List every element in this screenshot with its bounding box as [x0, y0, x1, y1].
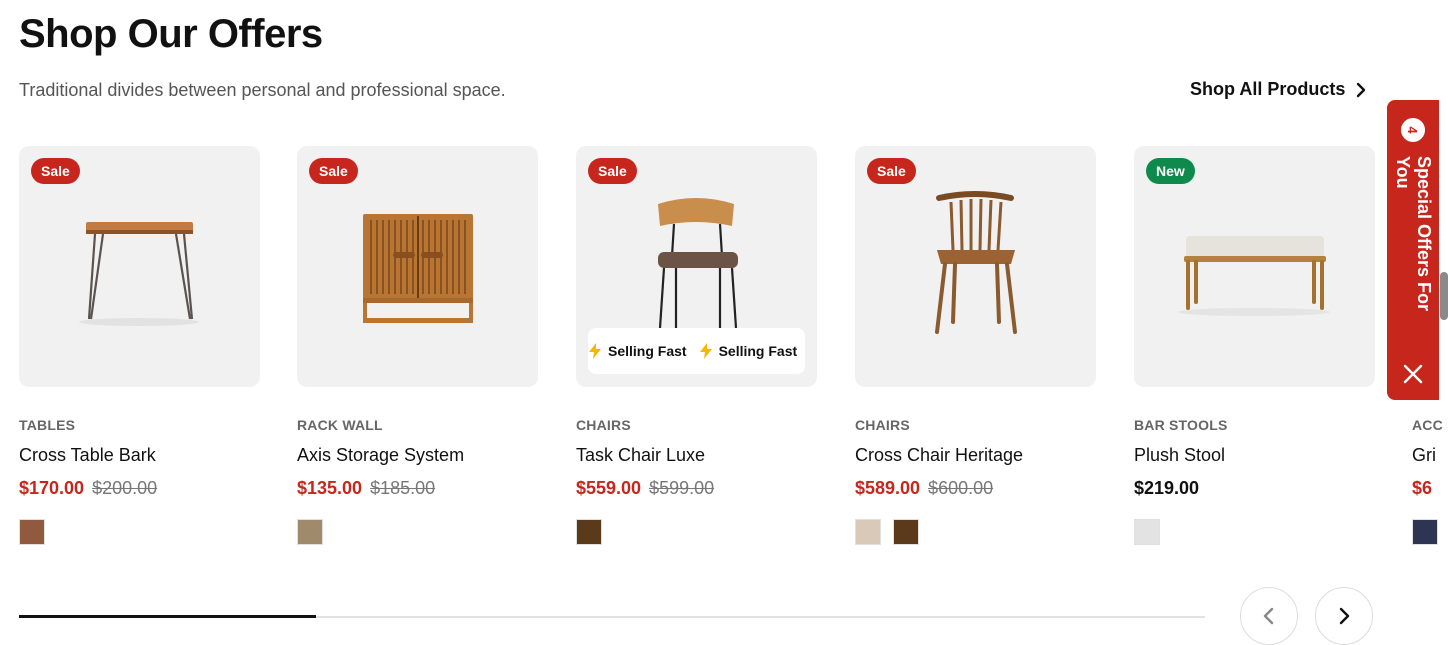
color-swatch[interactable]	[19, 519, 45, 545]
product-price: $589.00 $600.00	[855, 478, 1096, 499]
product-image[interactable]: Sale	[855, 146, 1096, 387]
marquee-item: Selling Fast	[588, 343, 687, 359]
special-offers-tab[interactable]: 4 Special Offers For You	[1387, 100, 1439, 400]
original-price: $200.00	[92, 478, 158, 498]
lightning-icon	[699, 343, 712, 359]
color-swatch[interactable]	[297, 519, 323, 545]
product-name[interactable]: Cross Table Bark	[19, 445, 260, 466]
color-swatches	[19, 519, 260, 545]
chevron-right-icon	[1357, 82, 1366, 97]
sale-price: $135.00	[297, 478, 363, 498]
original-price: $600.00	[928, 478, 994, 498]
sale-price: $589.00	[855, 478, 921, 498]
product-name[interactable]: Plush Stool	[1134, 445, 1375, 466]
color-swatch[interactable]	[855, 519, 881, 545]
product-price: $559.00 $599.00	[576, 478, 817, 499]
chevron-left-icon	[1263, 607, 1274, 625]
offers-count-badge: 4	[1401, 118, 1425, 142]
color-swatch[interactable]	[1412, 519, 1438, 545]
product-card[interactable]: Sale TABLES Cross Table Bark $170.00 $200…	[19, 146, 260, 545]
new-badge: New	[1146, 158, 1195, 184]
product-image[interactable]: Sale	[19, 146, 260, 387]
color-swatch[interactable]	[576, 519, 602, 545]
special-offers-label: Special Offers For You	[1393, 156, 1434, 312]
sale-badge: Sale	[588, 158, 637, 184]
color-swatch[interactable]	[1134, 519, 1160, 545]
section-subtitle: Traditional divides between personal and…	[19, 80, 506, 100]
color-swatches	[576, 519, 817, 545]
product-card[interactable]: Sale RACK WALL Axis Storage System $135.…	[297, 146, 538, 545]
sale-badge: Sale	[309, 158, 358, 184]
shop-all-products-link[interactable]: Shop All Products	[1190, 79, 1367, 100]
product-price: $6	[1412, 478, 1448, 499]
color-swatches	[1134, 519, 1375, 545]
chevron-right-icon	[1339, 607, 1350, 625]
page-scrollbar[interactable]	[1440, 272, 1448, 320]
sale-badge: Sale	[31, 158, 80, 184]
carousel-progress-track[interactable]	[19, 615, 1205, 618]
product-category: TABLES	[19, 417, 76, 433]
product-price: $219.00	[1134, 478, 1375, 499]
carousel-next-button[interactable]	[1315, 587, 1373, 645]
color-swatch[interactable]	[893, 519, 919, 545]
selling-fast-label: Selling Fast	[718, 343, 798, 359]
lightning-icon	[589, 343, 601, 359]
product-card[interactable]: Sale CHAIRS Cross Chair Heritage $589.00…	[855, 146, 1096, 545]
product-price: $135.00 $185.00	[297, 478, 538, 499]
sale-price: $559.00	[576, 478, 642, 498]
sale-badge: Sale	[867, 158, 916, 184]
product-name[interactable]: Gri	[1412, 445, 1448, 466]
carousel-progress-thumb[interactable]	[19, 615, 316, 618]
product-card[interactable]: New BAR STOOLS Plush Stool $219.00	[1134, 146, 1375, 545]
color-swatches	[855, 519, 1096, 545]
shop-all-label: Shop All Products	[1190, 79, 1346, 99]
product-category: CHAIRS	[576, 417, 631, 433]
color-swatches	[1412, 519, 1448, 545]
product-category: CHAIRS	[855, 417, 910, 433]
product-name[interactable]: Cross Chair Heritage	[855, 445, 1096, 466]
sale-price: $6	[1412, 478, 1433, 498]
close-icon[interactable]	[1401, 362, 1425, 386]
product-category: RACK WALL	[297, 417, 383, 433]
original-price: $185.00	[370, 478, 436, 498]
product-category: BAR STOOLS	[1134, 417, 1228, 433]
product-category: ACC	[1412, 417, 1443, 433]
product-name[interactable]: Task Chair Luxe	[576, 445, 817, 466]
product-card[interactable]: Sale Selling Fast Selling Fast CHAIRS Ta…	[576, 146, 817, 545]
color-swatches	[297, 519, 538, 545]
section-title: Shop Our Offers	[19, 12, 323, 56]
original-price: $599.00	[649, 478, 715, 498]
product-image[interactable]: Sale	[297, 146, 538, 387]
product-name[interactable]: Axis Storage System	[297, 445, 538, 466]
sale-price: $170.00	[19, 478, 85, 498]
product-image[interactable]: New	[1134, 146, 1375, 387]
selling-fast-label: Selling Fast	[608, 343, 687, 359]
marquee-item: Selling Fast	[699, 343, 798, 359]
regular-price: $219.00	[1134, 478, 1200, 498]
product-price: $170.00 $200.00	[19, 478, 260, 499]
product-image[interactable]: Sale Selling Fast Selling Fast	[576, 146, 817, 387]
carousel-prev-button[interactable]	[1240, 587, 1298, 645]
selling-fast-marquee: Selling Fast Selling Fast	[588, 328, 805, 374]
